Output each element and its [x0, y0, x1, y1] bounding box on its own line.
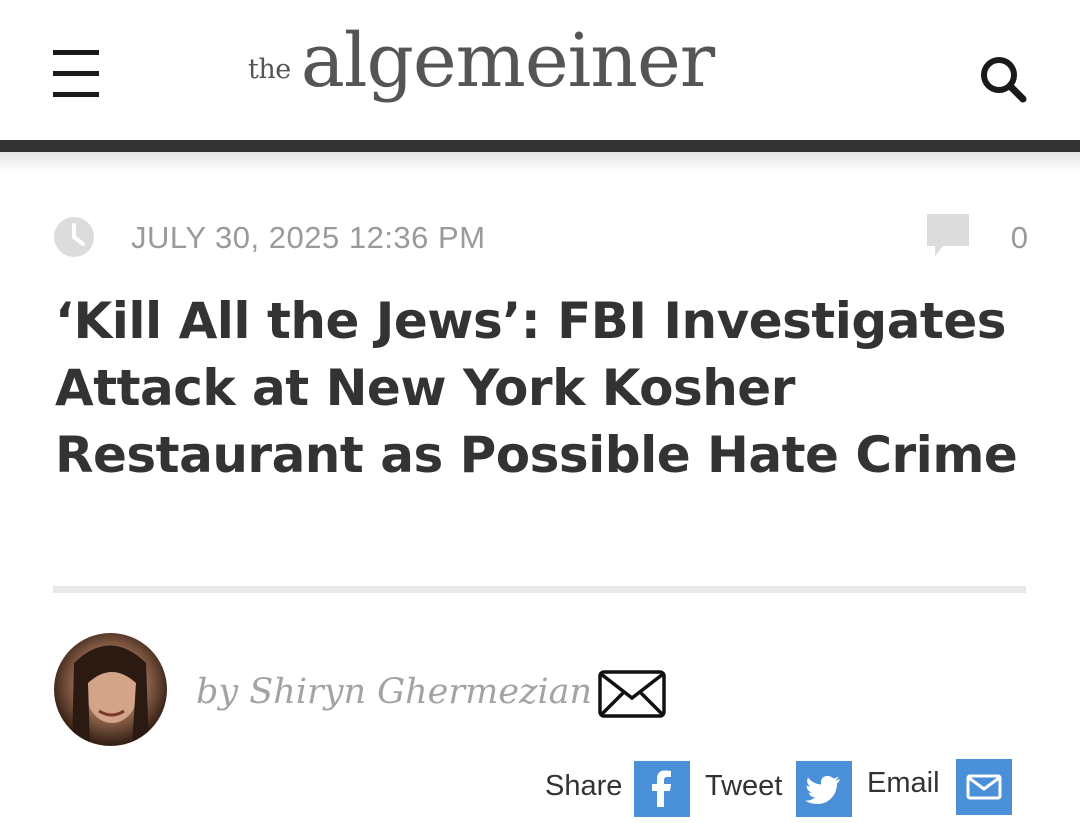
- facebook-icon: [652, 770, 671, 807]
- author-email-icon[interactable]: [598, 670, 666, 718]
- twitter-share-button[interactable]: [796, 761, 852, 817]
- article-meta: JULY 30, 2025 12:36 PM 0: [53, 214, 1028, 258]
- menu-line: [53, 50, 99, 55]
- search-icon[interactable]: [978, 54, 1028, 104]
- author-byline[interactable]: by Shiryn Ghermezian: [196, 672, 592, 712]
- logo-name: algemeiner: [300, 18, 715, 104]
- tweet-label[interactable]: Tweet: [705, 770, 782, 803]
- article-date: JULY 30, 2025 12:36 PM: [131, 220, 486, 255]
- site-header: the algemeiner: [0, 0, 1080, 140]
- header-shadow: [0, 152, 1080, 172]
- comment-icon[interactable]: [927, 214, 969, 258]
- article-headline: ‘Kill All the Jews’: FBI Investigates At…: [55, 292, 1018, 484]
- comment-count[interactable]: 0: [1011, 220, 1028, 256]
- clock-icon: [53, 216, 95, 258]
- headline-divider: [53, 586, 1026, 593]
- hamburger-menu-icon[interactable]: [53, 50, 101, 98]
- header-divider-bar: [0, 140, 1080, 152]
- logo-prefix: the: [248, 54, 291, 85]
- menu-line: [53, 92, 99, 97]
- facebook-share-button[interactable]: [634, 761, 690, 817]
- share-label: Share: [545, 770, 623, 802]
- author-avatar[interactable]: [54, 633, 167, 746]
- menu-line: [53, 71, 99, 76]
- email-label[interactable]: Email: [867, 767, 940, 800]
- envelope-icon: [966, 774, 1002, 800]
- site-logo[interactable]: the algemeiner: [248, 14, 715, 124]
- twitter-bird-icon: [805, 776, 840, 804]
- email-share-button[interactable]: [956, 759, 1012, 815]
